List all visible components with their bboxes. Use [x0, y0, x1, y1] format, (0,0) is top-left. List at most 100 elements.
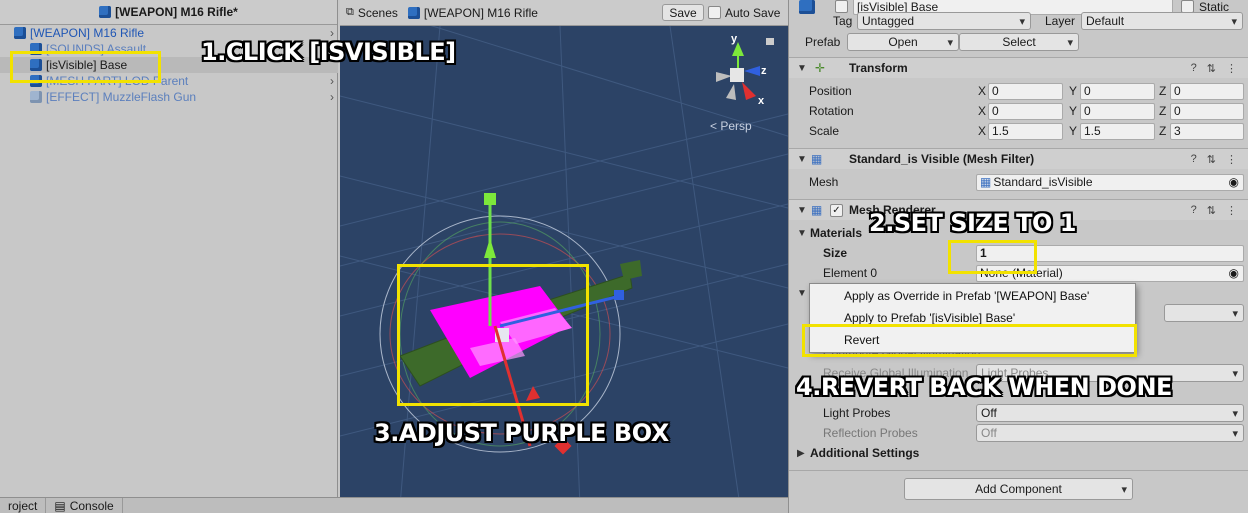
- tab-console[interactable]: ▤ Console: [46, 498, 123, 513]
- more-icon[interactable]: ⋮: [1226, 153, 1237, 166]
- axis-y-label: Y: [1069, 84, 1078, 98]
- annotation-step4: 4.REVERT BACK WHEN DONE: [796, 373, 1172, 401]
- tab-console-label: Console: [69, 499, 114, 513]
- tag-label: Tag: [833, 14, 853, 28]
- position-z-field[interactable]: 0: [1170, 82, 1244, 100]
- mesh-filter-header[interactable]: ▼ ▦ Standard_is Visible (Mesh Filter) ? ⇅…: [789, 148, 1248, 169]
- hierarchy-item-label: [WEAPON] M16 Rifle: [30, 26, 145, 40]
- console-icon: ▤: [54, 499, 66, 513]
- divider: [789, 465, 1248, 471]
- annotation-step3: 3.ADJUST PURPLE BOX: [374, 419, 669, 447]
- transform-header[interactable]: ▼ ✛ Transform ? ⇅ ⋮: [789, 57, 1248, 78]
- cast-shadows-dropdown[interactable]: [1164, 304, 1244, 322]
- prefab-row: Prefab Open Select: [789, 32, 1248, 52]
- fold-down-icon[interactable]: ▼: [797, 154, 807, 165]
- light-probes-row: Light Probes Off: [789, 403, 1248, 423]
- add-component-label: Add Component: [975, 482, 1062, 496]
- component-header-icons: ? ⇅ ⋮: [1191, 153, 1237, 166]
- scale-y-field[interactable]: 1.5: [1080, 122, 1155, 140]
- preset-icon[interactable]: ⇅: [1207, 153, 1216, 166]
- reflection-probes-dropdown[interactable]: Off: [976, 424, 1244, 442]
- annotation-step1: 1.CLICK [ISVISIBLE]: [201, 38, 456, 66]
- annotation-step2: 2.SET SIZE TO 1: [869, 209, 1076, 237]
- prefab-label: Prefab: [805, 35, 841, 49]
- help-icon[interactable]: ?: [1191, 204, 1197, 217]
- save-button[interactable]: Save: [662, 4, 704, 21]
- scale-label: Scale: [809, 124, 840, 138]
- fold-down-icon[interactable]: ▼: [797, 205, 807, 216]
- chevron-right-icon[interactable]: ›: [330, 74, 334, 88]
- help-icon[interactable]: ?: [1191, 62, 1197, 75]
- scenes-tab[interactable]: Scenes: [358, 6, 398, 20]
- hierarchy-title: [WEAPON] M16 Rifle*: [115, 5, 238, 19]
- tab-project[interactable]: roject: [0, 498, 47, 513]
- object-picker-icon[interactable]: ◉: [1229, 266, 1239, 280]
- axis-y-label: Y: [1069, 124, 1078, 138]
- menu-item-apply-override[interactable]: Apply as Override in Prefab '[WEAPON] Ba…: [810, 285, 1135, 307]
- reflection-probes-label: Reflection Probes: [823, 426, 918, 440]
- prefab-open-button[interactable]: Open: [847, 33, 959, 51]
- layer-dropdown[interactable]: Default: [1081, 12, 1243, 30]
- reflection-probes-row: Reflection Probes Off: [789, 423, 1248, 443]
- gizmo-x-label: x: [758, 95, 765, 107]
- additional-settings-row[interactable]: ▶ Additional Settings: [789, 443, 1248, 463]
- hierarchy-item-muzzleflash[interactable]: [EFFECT] MuzzleFlash Gun ›: [0, 89, 338, 105]
- fold-down-icon[interactable]: ▼: [797, 228, 807, 239]
- fold-down-icon[interactable]: ▼: [797, 288, 807, 299]
- scenes-icon: ⧉: [346, 6, 354, 18]
- more-icon[interactable]: ⋮: [1226, 62, 1237, 75]
- layer-label: Layer: [1045, 14, 1076, 28]
- position-row: Position X 0 Y 0 Z 0: [789, 81, 1248, 101]
- prefab-cube-icon: [407, 6, 420, 19]
- orientation-gizmo[interactable]: y z x: [716, 33, 774, 107]
- tag-dropdown[interactable]: Untagged: [857, 12, 1031, 30]
- fold-down-icon[interactable]: ▼: [797, 63, 807, 74]
- chevron-right-icon[interactable]: ›: [330, 90, 334, 104]
- light-probes-dropdown[interactable]: Off: [976, 404, 1244, 422]
- scene-breadcrumb[interactable]: [WEAPON] M16 Rifle: [424, 6, 538, 20]
- rotation-x-field[interactable]: 0: [988, 102, 1063, 120]
- transform-icon: ✛: [815, 61, 826, 75]
- size-label: Size: [823, 246, 848, 260]
- highlight-box-revert: [802, 324, 1137, 357]
- additional-settings-label: Additional Settings: [810, 446, 920, 460]
- preset-icon[interactable]: ⇅: [1207, 204, 1216, 217]
- mesh-icon: ▦: [980, 175, 992, 189]
- hierarchy-item-label: [EFFECT] MuzzleFlash Gun: [46, 90, 197, 104]
- component-header-icons: ? ⇅ ⋮: [1191, 62, 1237, 75]
- object-picker-icon[interactable]: ◉: [1229, 175, 1239, 189]
- transform-title: Transform: [849, 61, 908, 75]
- fold-right-icon[interactable]: ▶: [797, 448, 805, 459]
- autosave-checkbox[interactable]: [708, 6, 721, 19]
- help-icon[interactable]: ?: [1191, 153, 1197, 166]
- mesh-filter-title: Standard_is Visible (Mesh Filter): [849, 152, 1035, 166]
- persp-label[interactable]: < Persp: [710, 119, 752, 133]
- rotation-y-field[interactable]: 0: [1080, 102, 1155, 120]
- position-x-field[interactable]: 0: [988, 82, 1063, 100]
- scale-row: Scale X 1.5 Y 1.5 Z 3: [789, 121, 1248, 141]
- mesh-field[interactable]: ▦ Standard_isVisible ◉: [976, 173, 1244, 191]
- add-component-button[interactable]: Add Component: [904, 478, 1133, 500]
- autosave-label: Auto Save: [725, 6, 781, 20]
- lock-icon[interactable]: [766, 38, 774, 45]
- prefab-cube-icon: [30, 91, 42, 103]
- rotation-row: Rotation X 0 Y 0 Z 0: [789, 101, 1248, 121]
- materials-label: Materials: [810, 226, 863, 240]
- position-label: Position: [809, 84, 852, 98]
- prefab-open-label: Open: [888, 35, 918, 49]
- prefab-cube-icon: [14, 27, 26, 39]
- mesh-renderer-enabled-checkbox[interactable]: ✓: [830, 204, 843, 217]
- axis-x-label: X: [978, 84, 987, 98]
- rotation-z-field[interactable]: 0: [1170, 102, 1244, 120]
- scale-x-field[interactable]: 1.5: [988, 122, 1063, 140]
- prefab-select-button[interactable]: Select: [959, 33, 1079, 51]
- scale-z-field[interactable]: 3: [1170, 122, 1244, 140]
- light-probes-label: Light Probes: [823, 406, 891, 420]
- more-icon[interactable]: ⋮: [1226, 204, 1237, 217]
- axis-x-label: X: [978, 124, 987, 138]
- mesh-renderer-icon: ▦: [811, 203, 823, 217]
- position-y-field[interactable]: 0: [1080, 82, 1155, 100]
- highlight-box-size: [948, 240, 1037, 274]
- mesh-value: Standard_isVisible: [993, 175, 1093, 189]
- preset-icon[interactable]: ⇅: [1207, 62, 1216, 75]
